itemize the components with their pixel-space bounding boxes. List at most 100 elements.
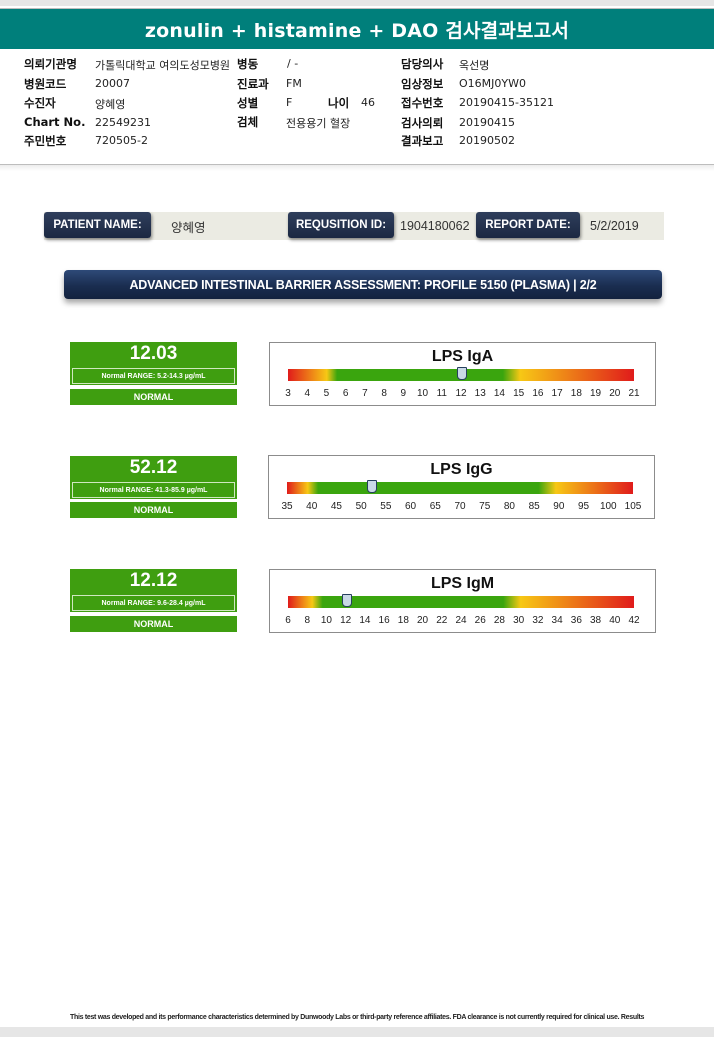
info-label-test-request: 검사의뢰 [401, 116, 444, 130]
info-value-age: 46 [361, 96, 375, 109]
scale-tick-label: 5 [323, 388, 330, 399]
scale-tick-label: 36 [570, 615, 582, 626]
gauge-title: LPS IgM [430, 575, 495, 592]
result-value: 52.12 [129, 457, 178, 478]
gauge-bar [288, 596, 634, 608]
scale-tick-label: 30 [513, 615, 525, 626]
scale-tick-label: 4 [304, 388, 310, 399]
scale-tick-label: 95 [578, 501, 590, 512]
scale-tick-label: 18 [397, 615, 409, 626]
info-value-specimen: 전용용기 혈장 [286, 117, 351, 130]
status-badge: NORMAL [70, 389, 237, 405]
info-value-doctor: 옥선명 [459, 59, 490, 72]
gauge-panel: LPS IgA 3 4 5 6 7 8 9 10 11 12 13 14 15 16 17 18 19 20 21 [269, 342, 656, 406]
scale-tick-label: 60 [405, 501, 417, 512]
top-edge [0, 0, 714, 6]
info-label-hospital-code: 병원코드 [24, 77, 67, 91]
info-value-resident-no: 720505-2 [95, 134, 148, 147]
scale-tick-label: 9 [400, 388, 407, 399]
patient-name-tag: PATIENT NAME: [44, 212, 151, 238]
info-label-result-report: 결과보고 [401, 134, 444, 148]
scale-tick-label: 50 [355, 501, 367, 512]
scale-tick-label: 16 [378, 615, 390, 626]
result-value-box: 12.03 Normal RANGE: 5.2-14.3 µg/mL [70, 342, 237, 385]
info-label-age: 나이 [328, 96, 350, 110]
scale-tick-label: 105 [624, 501, 642, 512]
report-date-value: 5/2/2019 [590, 219, 639, 233]
info-value-ward: / - [287, 57, 299, 70]
info-label-specimen: 검체 [237, 115, 259, 129]
scale-tick-label: 21 [628, 388, 640, 399]
scale-tick-label: 38 [589, 615, 602, 626]
info-value-result-report: 20190502 [459, 134, 515, 147]
scale-tick-label: 16 [532, 388, 544, 399]
scale-tick-label: 11 [436, 388, 447, 399]
normal-range-label: Normal RANGE: 9.6-28.4 µg/mL [72, 595, 235, 611]
info-value-patient: 양혜영 [95, 98, 126, 111]
scale-tick-label: 6 [285, 615, 291, 626]
normal-range-label: Normal RANGE: 41.3-85.9 µg/mL [72, 482, 235, 498]
gauge-title: LPS IgA [431, 348, 494, 365]
scale-tick-label: 18 [570, 388, 582, 399]
report-title-bar: zonulin + histamine + DAO 검사결과보고서 [0, 8, 714, 49]
gauge-bar [287, 482, 633, 494]
scale-tick-label: 55 [380, 501, 392, 512]
scale-tick-label: 20 [609, 388, 621, 399]
gauge-title: LPS IgG [430, 461, 493, 478]
scale-tick-label: 80 [503, 501, 515, 512]
bottom-edge [0, 1027, 714, 1037]
info-label-sex: 성별 [237, 96, 259, 110]
scale-tick-label: 12 [340, 615, 352, 626]
scale-tick-label: 24 [455, 615, 467, 626]
status-badge: NORMAL [70, 616, 237, 632]
scale-tick-label: 75 [479, 501, 491, 512]
scale-tick-label: 3 [285, 388, 291, 399]
result-value: 12.12 [129, 570, 178, 591]
value-marker [341, 594, 352, 607]
scale-tick-label: 7 [362, 388, 368, 399]
scale-tick-label: 10 [320, 615, 332, 626]
scale-tick-label: 14 [493, 388, 505, 399]
scale-tick-label: 45 [330, 501, 342, 512]
info-label-resident-no: 주민번호 [24, 134, 67, 148]
report-title: zonulin + histamine + DAO 검사결과보고서 [144, 19, 570, 42]
patient-info-block: 의뢰기관명 가톨릭대학교 여의도성모병원 병원코드 20007 수진자 양혜영 … [0, 48, 714, 165]
info-label-chart-no: Chart No. [24, 115, 86, 129]
info-label-institution: 의뢰기관명 [24, 57, 77, 71]
scale-tick-label: 40 [306, 501, 318, 512]
info-label-doctor: 담당의사 [401, 57, 444, 71]
scale-tick-label: 15 [513, 388, 525, 399]
info-value-clinical-info: O16MJ0YW0 [459, 77, 526, 90]
result-value: 12.03 [129, 343, 178, 364]
scale-tick-label: 17 [551, 388, 563, 399]
info-label-clinical-info: 임상정보 [401, 77, 444, 91]
scale-tick-label: 100 [599, 501, 617, 512]
result-value-box: 12.12 Normal RANGE: 9.6-28.4 µg/mL [70, 569, 237, 612]
info-label-ward: 병동 [237, 57, 259, 71]
divider [0, 165, 714, 171]
info-value-institution: 가톨릭대학교 여의도성모병원 [95, 59, 231, 72]
scale-tick-label: 14 [359, 615, 371, 626]
report-date-tag: REPORT DATE: [476, 212, 580, 238]
scale-tick-label: 13 [474, 388, 486, 399]
patient-name-value: 양혜영 [171, 220, 206, 235]
requisition-id-value: 1904180062 [400, 219, 470, 233]
info-value-hospital-code: 20007 [95, 77, 130, 90]
info-label-patient: 수진자 [24, 96, 56, 110]
gauge-panel: LPS IgM 6 8 10 12 14 16 18 20 22 24 26 28 30 32 34 36 38… [269, 569, 656, 633]
scale-tick-label: 34 [551, 615, 563, 626]
section-header-bar: ADVANCED INTESTINAL BARRIER ASSESSMENT: … [64, 270, 662, 299]
info-value-receipt-no: 20190415-35121 [459, 96, 554, 109]
status-badge: NORMAL [70, 502, 237, 518]
value-marker [366, 480, 377, 493]
scale-tick-label: 12 [455, 388, 467, 399]
scale-tick-label: 20 [416, 615, 429, 626]
requisition-id-tag: REQUSITION ID: [288, 212, 394, 238]
scale-tick-label: 8 [304, 615, 310, 626]
scale-tick-label: 19 [589, 388, 602, 399]
info-label-receipt-no: 접수번호 [401, 96, 444, 110]
info-value-sex: F [286, 96, 293, 109]
scale-tick-label: 8 [381, 388, 387, 399]
result-value-box: 52.12 Normal RANGE: 41.3-85.9 µg/mL [70, 456, 237, 499]
scale-tick-label: 28 [493, 615, 505, 626]
